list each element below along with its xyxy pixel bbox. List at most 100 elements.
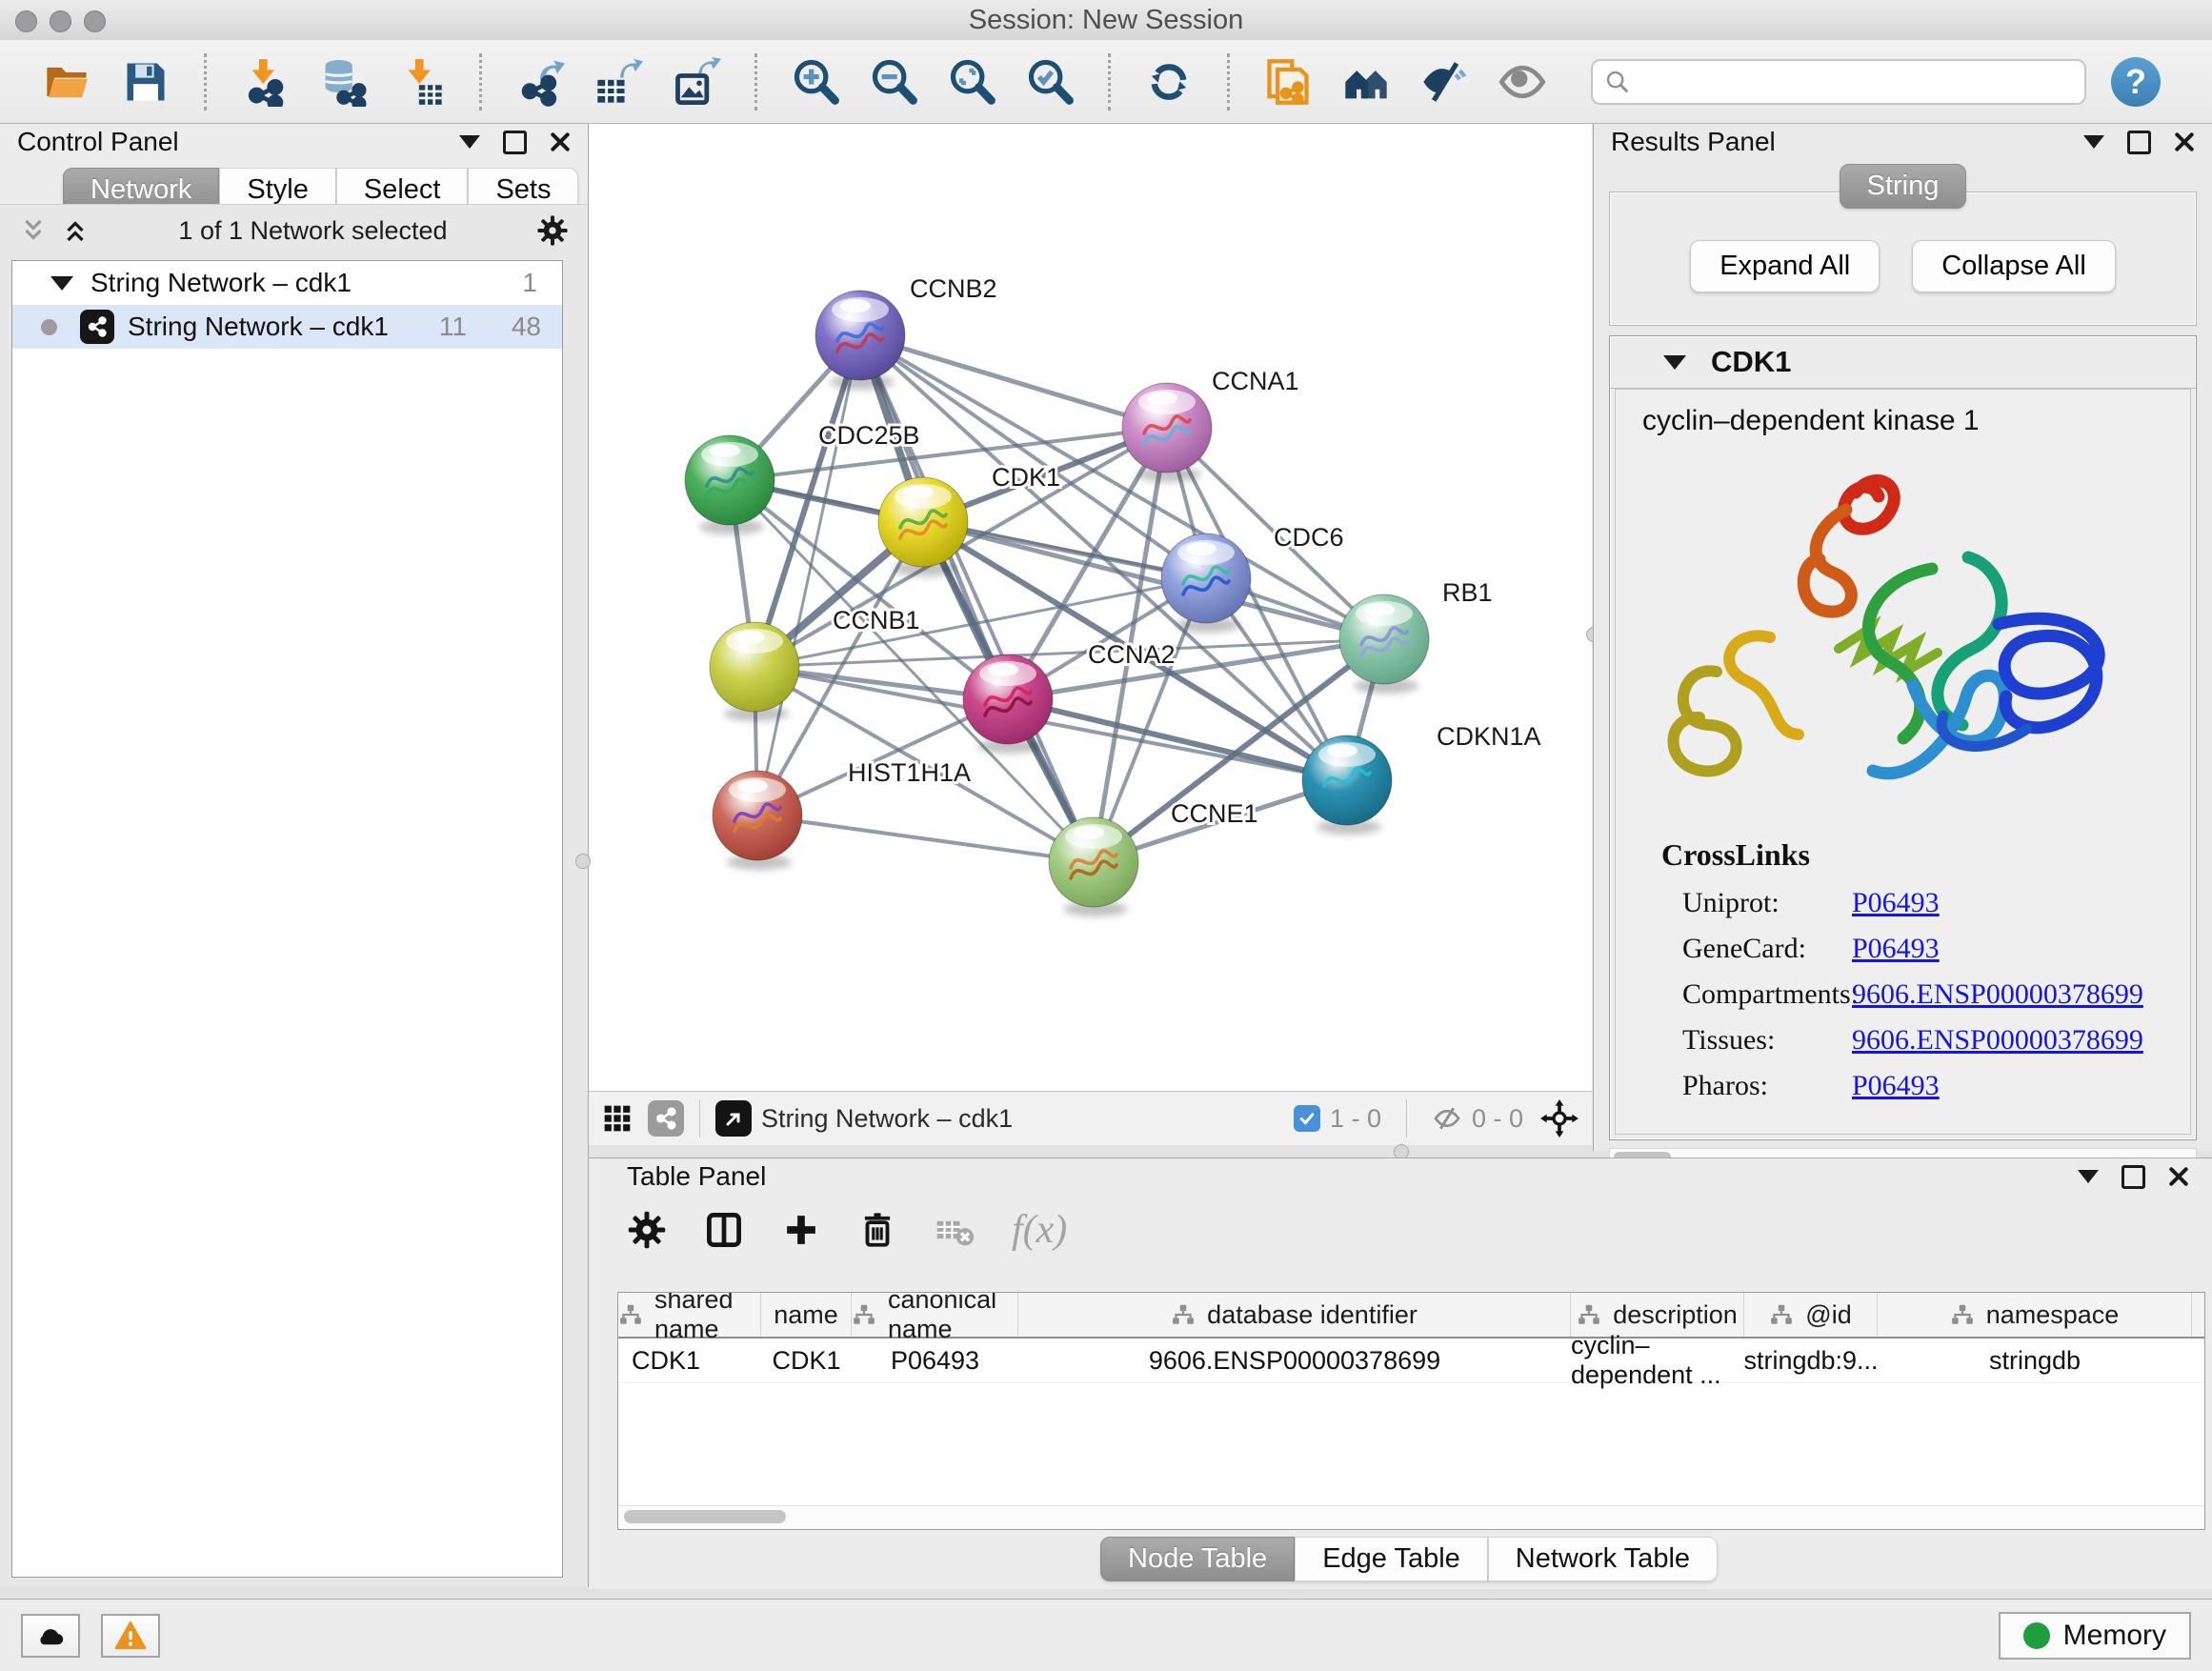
table-tab-node-table[interactable]: Node Table <box>1100 1537 1295 1581</box>
node-RB1[interactable]: RB1 <box>1339 578 1493 694</box>
export-network-button[interactable] <box>513 55 567 109</box>
table-tab-edge-table[interactable]: Edge Table <box>1295 1537 1488 1581</box>
minimize-window-button[interactable] <box>50 10 71 32</box>
table-cell[interactable]: stringdb:9... <box>1744 1339 1878 1382</box>
cloud-status-button[interactable] <box>21 1614 80 1658</box>
edge-CCNB2-CCNA1[interactable] <box>860 335 1167 428</box>
column-header--id[interactable]: @id <box>1744 1293 1878 1337</box>
warnings-button[interactable] <box>101 1614 160 1658</box>
node-CDKN1A[interactable]: CDKN1A <box>1302 722 1541 835</box>
network-canvas[interactable]: CCNB2CCNA1CDC25BCDK1CDC6RB1CCNB1CCNA2CDK… <box>589 124 1592 1091</box>
crosslinks-title: CrossLinks <box>1661 837 2190 873</box>
crosslink-link[interactable]: 9606.ENSP00000378699 <box>1852 1017 2143 1063</box>
zoom-out-icon <box>869 57 918 107</box>
edge-CCNB2-HIST1H1A[interactable] <box>757 335 860 815</box>
zoom-out-button[interactable] <box>867 55 920 109</box>
close-window-button[interactable] <box>15 10 37 32</box>
table-cell[interactable]: stringdb <box>1878 1339 2192 1382</box>
column-header-shared-name[interactable]: shared name <box>618 1293 761 1337</box>
collapse-all-chevrons-icon[interactable] <box>19 216 48 245</box>
toolbar-separator <box>479 53 482 111</box>
network-collection-row[interactable]: String Network – cdk1 1 <box>12 261 562 305</box>
node-count: 11 <box>439 312 467 342</box>
protein-header[interactable]: CDK1 <box>1610 336 2196 389</box>
crosslink-link[interactable]: P06493 <box>1852 1063 1940 1109</box>
hide-glass-eye-button[interactable] <box>1418 55 1471 109</box>
export-table-button[interactable] <box>592 55 645 109</box>
clone-network-button[interactable] <box>1261 55 1315 109</box>
panel-close-icon[interactable] <box>550 131 571 152</box>
expand-all-chevrons-icon[interactable] <box>61 216 90 245</box>
panel-float-icon[interactable] <box>2127 131 2151 154</box>
network-view-share-icon[interactable] <box>648 1100 684 1137</box>
column-header-database-identifier[interactable]: database identifier <box>1018 1293 1571 1337</box>
expand-all-button[interactable]: Expand All <box>1690 240 1880 292</box>
panel-menu-icon[interactable] <box>2083 135 2104 149</box>
memory-button[interactable]: Memory <box>1999 1612 2191 1660</box>
help-button[interactable]: ? <box>2111 57 2161 107</box>
collapse-all-button[interactable]: Collapse All <box>1912 240 2116 292</box>
zoom-fit-button[interactable] <box>945 55 998 109</box>
string-home-button[interactable] <box>1339 55 1393 109</box>
edge-CCNA2-CDKN1A[interactable] <box>1008 699 1347 780</box>
results-tab-string[interactable]: String <box>1840 164 1967 209</box>
table-panel-title: Table Panel <box>627 1161 766 1192</box>
node-label-CDK1: CDK1 <box>992 463 1060 492</box>
disclosure-triangle-icon[interactable] <box>50 276 73 291</box>
pan-crosshair-icon[interactable] <box>1540 1099 1579 1137</box>
import-network-file-button[interactable] <box>238 55 292 109</box>
panel-float-icon[interactable] <box>503 131 527 154</box>
zoom-window-button[interactable] <box>84 10 106 32</box>
save-floppy-icon <box>121 57 171 107</box>
gear-icon[interactable] <box>627 1210 667 1250</box>
crosslink-link[interactable]: 9606.ENSP00000378699 <box>1852 972 2143 1017</box>
scrollbar-thumb[interactable] <box>624 1510 786 1523</box>
table-cell[interactable]: 9606.ENSP00000378699 <box>1018 1339 1571 1382</box>
table-tab-network-table[interactable]: Network Table <box>1488 1537 1718 1581</box>
table-cell[interactable]: CDK1 <box>761 1339 852 1382</box>
panel-close-icon[interactable] <box>2168 1166 2189 1187</box>
table-cell[interactable]: cyclin–dependent ... <box>1571 1339 1744 1382</box>
table-horizontal-scrollbar[interactable] <box>618 1505 2204 1529</box>
export-image-button[interactable] <box>670 55 723 109</box>
column-header-namespace[interactable]: namespace <box>1878 1293 2192 1337</box>
panel-menu-icon[interactable] <box>2078 1170 2099 1183</box>
import-table-button[interactable] <box>394 55 448 109</box>
panel-menu-icon[interactable] <box>459 135 480 149</box>
column-header-canonical-name[interactable]: canonical name <box>852 1293 1018 1337</box>
zoom-in-button[interactable] <box>789 55 842 109</box>
column-header-name[interactable]: name <box>761 1293 852 1337</box>
add-column-icon[interactable] <box>781 1210 821 1250</box>
select-columns-icon[interactable] <box>703 1209 745 1251</box>
left-splitter-handle[interactable] <box>575 854 591 869</box>
node-CCNA1[interactable]: CCNA1 <box>1122 367 1299 482</box>
toolbar-separator <box>1108 53 1111 111</box>
panel-float-icon[interactable] <box>2122 1165 2145 1189</box>
show-graphics-details-button[interactable] <box>1496 55 1549 109</box>
table-row[interactable]: CDK1CDK1P064939606.ENSP00000378699cyclin… <box>618 1339 2204 1383</box>
detach-view-button[interactable] <box>715 1100 752 1137</box>
zoom-selected-button[interactable] <box>1023 55 1076 109</box>
save-session-button[interactable] <box>119 55 172 109</box>
selected-checkbox-icon[interactable] <box>1294 1105 1320 1132</box>
delete-column-icon[interactable] <box>857 1210 897 1250</box>
edges <box>730 335 1384 862</box>
disclosure-triangle-icon[interactable] <box>1663 355 1686 370</box>
grid-view-icon[interactable] <box>602 1103 633 1134</box>
gear-icon[interactable] <box>536 214 569 247</box>
crosslink-link[interactable]: P06493 <box>1852 880 1940 926</box>
apply-style-refresh-button[interactable] <box>1142 55 1196 109</box>
table-cell[interactable]: CDK1 <box>618 1339 761 1382</box>
string-network-graph[interactable]: CCNB2CCNA1CDC25BCDK1CDC6RB1CCNB1CCNA2CDK… <box>589 124 1592 1091</box>
panel-close-icon[interactable] <box>2174 131 2195 152</box>
crosslink-link[interactable]: P06493 <box>1852 926 1940 972</box>
open-session-button[interactable] <box>41 55 94 109</box>
import-network-from-database-button[interactable] <box>316 55 370 109</box>
search-input[interactable] <box>1639 66 2073 97</box>
node-table[interactable]: shared namenamecanonical namedatabase id… <box>617 1292 2205 1530</box>
table-cell[interactable]: P06493 <box>852 1339 1018 1382</box>
control-panel-body: 1 of 1 Network selected String Network –… <box>0 204 588 1587</box>
edge-HIST1H1A-CCNE1[interactable] <box>757 815 1094 862</box>
node-CCNB2[interactable]: CCNB2 <box>815 274 997 390</box>
network-row[interactable]: String Network – cdk1 11 48 <box>12 305 562 349</box>
